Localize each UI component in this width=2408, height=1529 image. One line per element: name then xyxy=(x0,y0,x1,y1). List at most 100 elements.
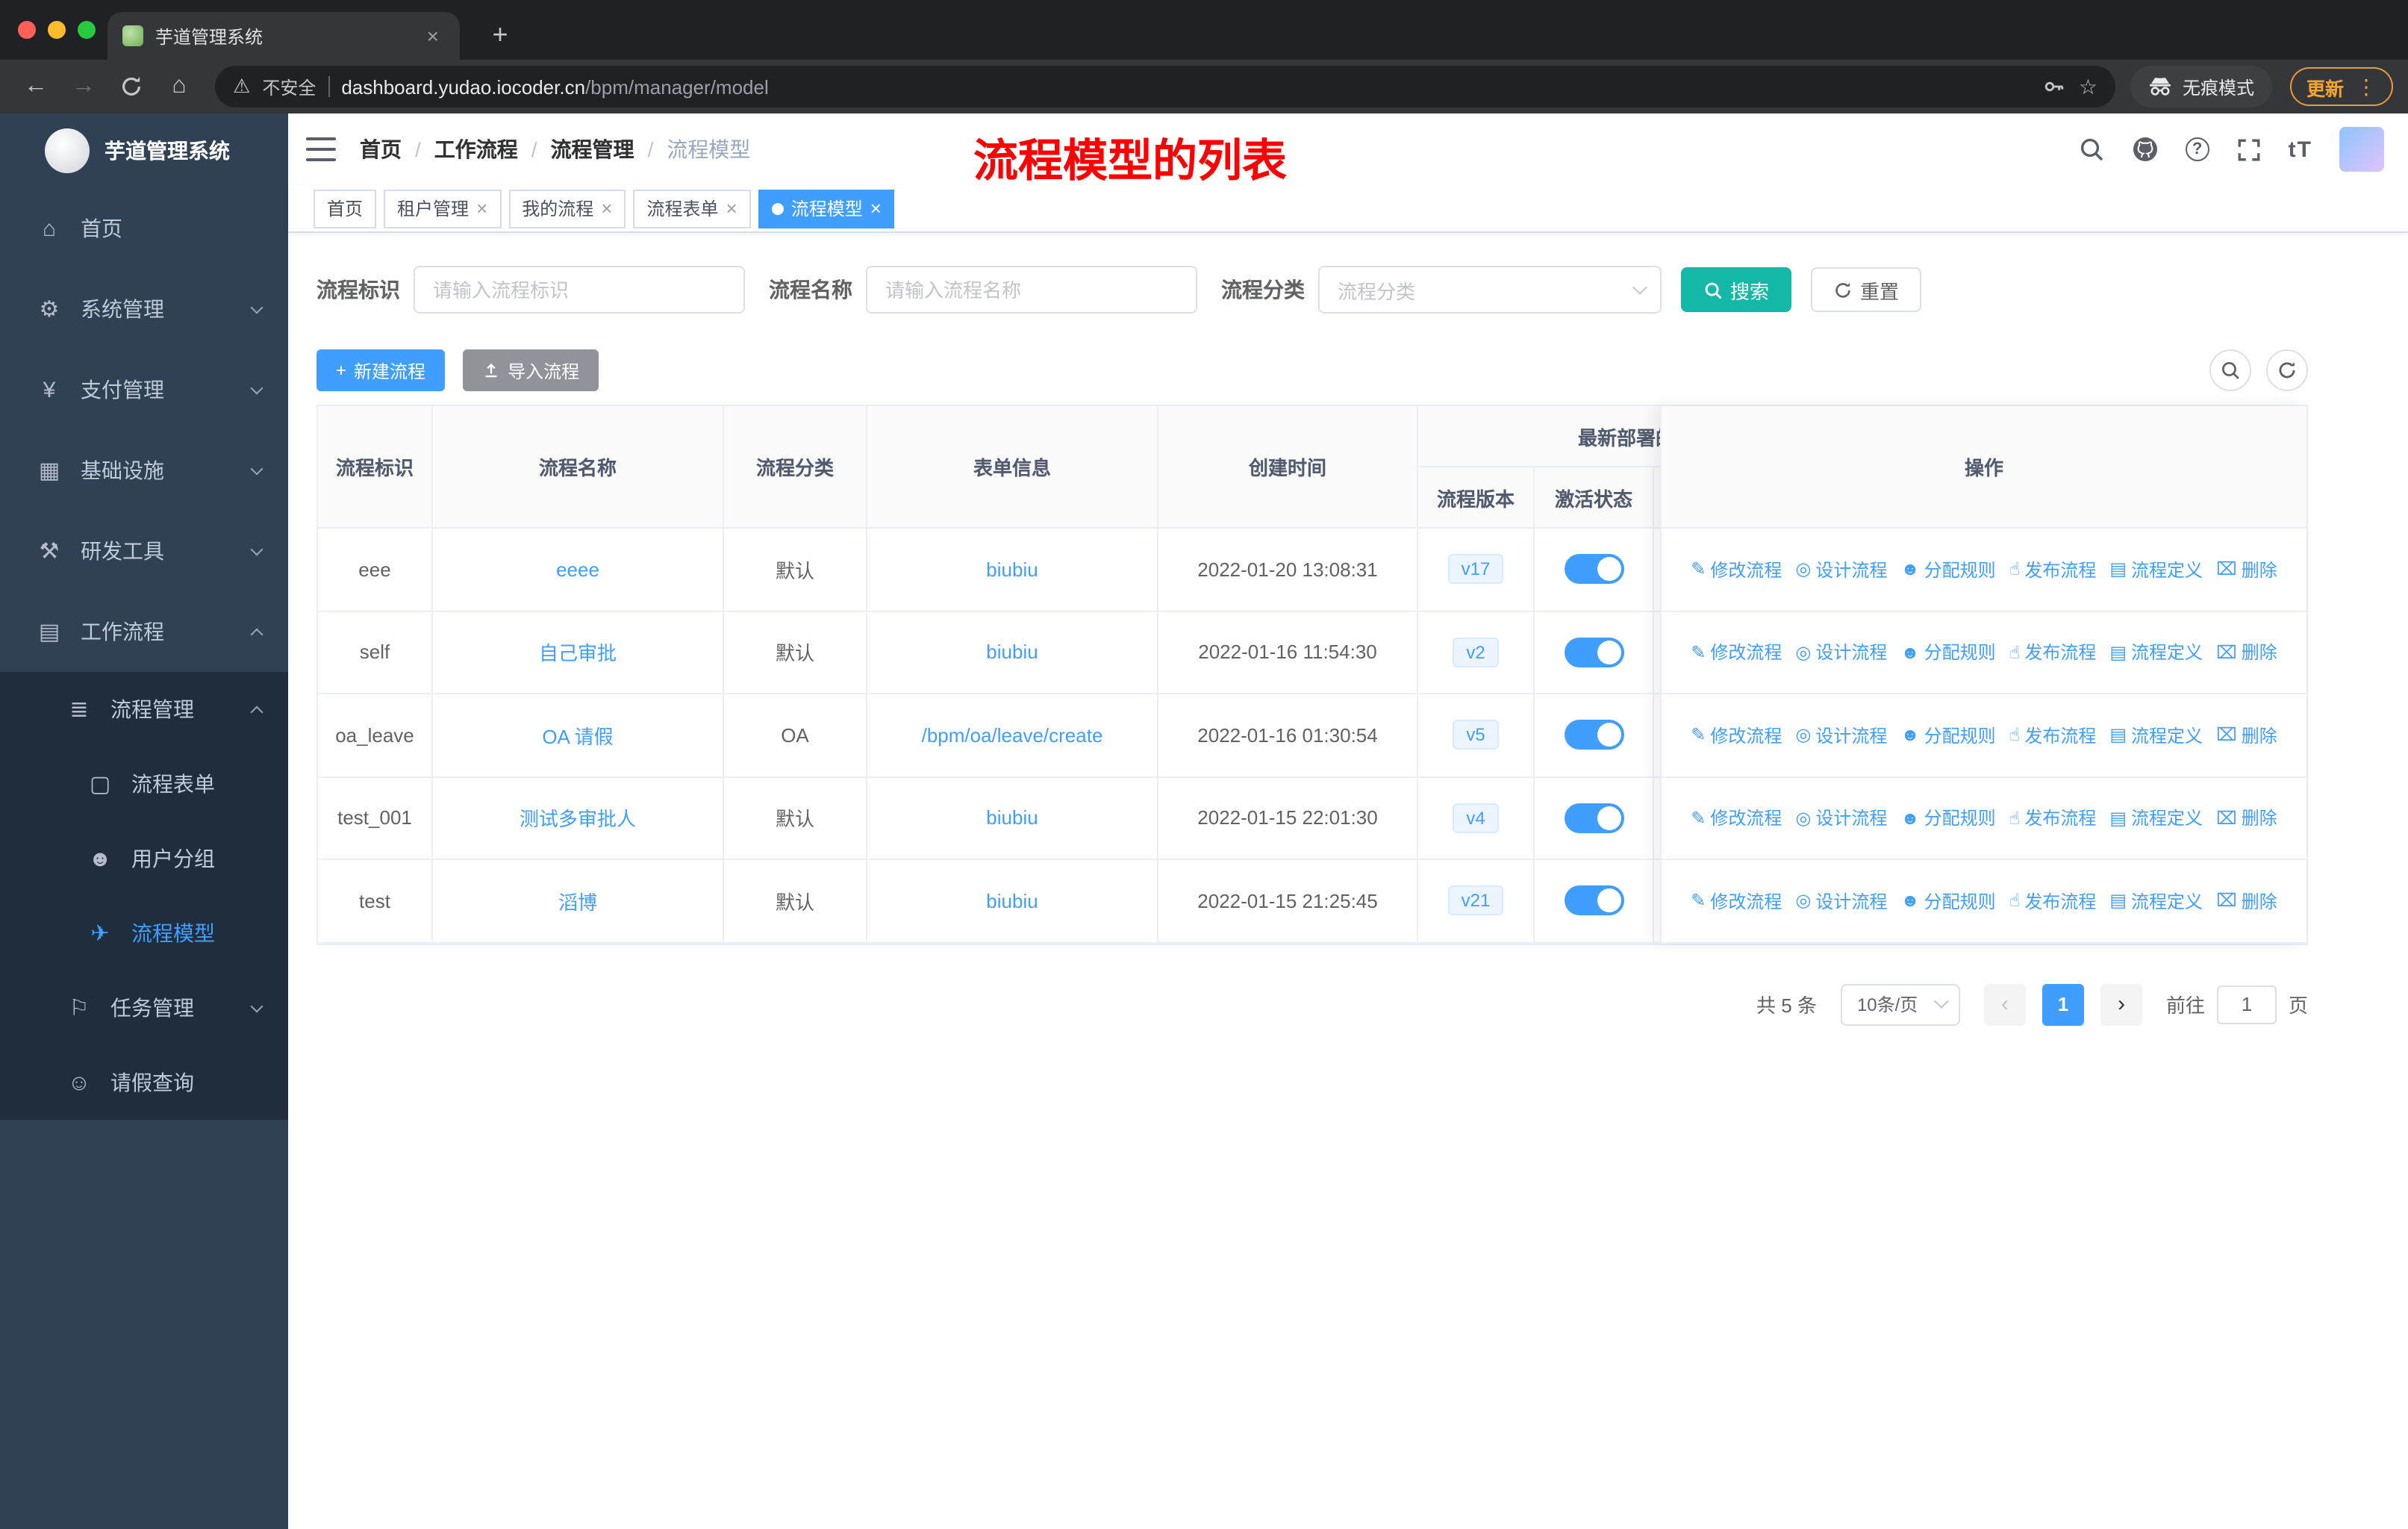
url-text[interactable]: dashboard.yudao.iocoder.cn/bpm/manager/m… xyxy=(341,75,768,98)
process-name-link[interactable]: 自己审批 xyxy=(433,611,724,694)
close-icon[interactable]: × xyxy=(726,199,737,218)
action-assign-rule-link[interactable]: ☻ 分配规则 xyxy=(1900,806,1995,831)
window-zoom-button[interactable] xyxy=(78,21,96,39)
create-process-button[interactable]: + 新建流程 xyxy=(316,349,446,391)
user-avatar[interactable] xyxy=(2339,127,2384,172)
menu-kebab-icon[interactable]: ⋮ xyxy=(2356,74,2377,99)
font-size-icon[interactable]: tT xyxy=(2289,137,2312,162)
sidebar-item-workflow[interactable]: ▤ 工作流程 xyxy=(0,591,288,672)
search-icon[interactable] xyxy=(2078,136,2105,163)
process-name-link[interactable]: eeee xyxy=(433,529,724,611)
action-definition-link[interactable]: ▤ 流程定义 xyxy=(2109,888,2203,914)
reload-button[interactable] xyxy=(110,66,152,108)
process-name-link[interactable]: 测试多审批人 xyxy=(433,777,724,860)
toggle-search-button[interactable] xyxy=(2209,349,2251,391)
action-design-link[interactable]: ◎ 设计流程 xyxy=(1795,888,1887,914)
process-name-input[interactable] xyxy=(866,266,1197,314)
action-delete-link[interactable]: ⌧ 删除 xyxy=(2216,888,2277,914)
action-publish-link[interactable]: ☝ 发布流程 xyxy=(2009,557,2097,582)
close-icon[interactable]: × xyxy=(476,199,487,218)
form-info-link[interactable]: biubiu xyxy=(867,611,1158,694)
sidebar-item-process-management[interactable]: ≣ 流程管理 xyxy=(0,672,288,747)
action-publish-link[interactable]: ☝ 发布流程 xyxy=(2009,888,2097,914)
active-toggle[interactable] xyxy=(1564,637,1623,667)
action-assign-rule-link[interactable]: ☻ 分配规则 xyxy=(1900,640,1995,665)
action-delete-link[interactable]: ⌧ 删除 xyxy=(2216,640,2277,665)
sidebar-item-leave-query[interactable]: ☺ 请假查询 xyxy=(0,1045,288,1120)
browser-tab[interactable]: 芋道管理系统 × xyxy=(107,12,460,60)
active-toggle[interactable] xyxy=(1564,803,1623,833)
tab-close-icon[interactable]: × xyxy=(421,22,445,49)
help-icon[interactable]: ? xyxy=(2185,137,2209,161)
tag-process-form[interactable]: 流程表单 × xyxy=(633,189,751,228)
breadcrumb-item[interactable]: 流程管理 xyxy=(551,134,634,164)
sidebar-item-infrastructure[interactable]: ▦ 基础设施 xyxy=(0,430,288,511)
action-assign-rule-link[interactable]: ☻ 分配规则 xyxy=(1900,557,1995,582)
process-key-input[interactable] xyxy=(414,266,745,314)
reset-button[interactable]: 重置 xyxy=(1811,267,1922,312)
tag-tenant[interactable]: 租户管理 × xyxy=(384,189,502,228)
category-select[interactable]: 流程分类 xyxy=(1318,266,1662,314)
action-delete-link[interactable]: ⌧ 删除 xyxy=(2216,723,2277,748)
security-label[interactable]: 不安全 xyxy=(262,74,316,99)
action-assign-rule-link[interactable]: ☻ 分配规则 xyxy=(1900,888,1995,914)
action-publish-link[interactable]: ☝ 发布流程 xyxy=(2009,806,2097,831)
close-icon[interactable]: × xyxy=(870,199,882,218)
action-publish-link[interactable]: ☝ 发布流程 xyxy=(2009,640,2097,665)
action-assign-rule-link[interactable]: ☻ 分配规则 xyxy=(1900,723,1995,748)
tag-my-process[interactable]: 我的流程 × xyxy=(508,189,626,228)
sidebar-item-home[interactable]: ⌂ 首页 xyxy=(0,188,288,269)
fullscreen-icon[interactable] xyxy=(2236,137,2262,162)
active-toggle[interactable] xyxy=(1564,554,1623,585)
action-delete-link[interactable]: ⌧ 删除 xyxy=(2216,557,2277,582)
sidebar-collapse-icon[interactable] xyxy=(306,137,336,161)
forward-button[interactable]: → xyxy=(63,66,105,108)
action-modify-link[interactable]: ✎ 修改流程 xyxy=(1691,806,1782,831)
refresh-table-button[interactable] xyxy=(2266,349,2308,391)
action-definition-link[interactable]: ▤ 流程定义 xyxy=(2109,806,2203,831)
sidebar-item-task-management[interactable]: ⚐ 任务管理 xyxy=(0,971,288,1045)
form-info-link[interactable]: biubiu xyxy=(867,777,1158,860)
search-button[interactable]: 搜索 xyxy=(1681,267,1792,312)
sidebar-item-process-form[interactable]: ▢ 流程表单 xyxy=(0,747,288,821)
address-bar[interactable]: ⚠ 不安全 dashboard.yudao.iocoder.cn/bpm/man… xyxy=(215,66,2115,108)
window-minimize-button[interactable] xyxy=(48,21,66,39)
sidebar-item-system[interactable]: ⚙ 系统管理 xyxy=(0,269,288,349)
prev-page-button[interactable]: ‹ xyxy=(1983,983,2026,1025)
import-process-button[interactable]: 导入流程 xyxy=(463,349,599,391)
action-design-link[interactable]: ◎ 设计流程 xyxy=(1795,806,1887,831)
breadcrumb-item[interactable]: 工作流程 xyxy=(434,134,518,164)
home-button[interactable]: ⌂ xyxy=(158,66,200,108)
password-key-icon[interactable] xyxy=(2043,75,2067,99)
back-button[interactable]: ← xyxy=(15,66,57,108)
new-tab-button[interactable]: + xyxy=(481,15,520,54)
window-close-button[interactable] xyxy=(18,21,36,39)
action-definition-link[interactable]: ▤ 流程定义 xyxy=(2109,640,2203,665)
goto-page-input[interactable] xyxy=(2216,985,2277,1024)
action-definition-link[interactable]: ▤ 流程定义 xyxy=(2109,723,2203,748)
process-name-link[interactable]: 滔博 xyxy=(433,860,724,943)
update-chip[interactable]: 更新 ⋮ xyxy=(2289,67,2393,106)
action-definition-link[interactable]: ▤ 流程定义 xyxy=(2109,557,2203,582)
action-delete-link[interactable]: ⌧ 删除 xyxy=(2216,806,2277,831)
action-publish-link[interactable]: ☝ 发布流程 xyxy=(2009,723,2097,748)
form-info-link[interactable]: biubiu xyxy=(867,860,1158,943)
action-modify-link[interactable]: ✎ 修改流程 xyxy=(1691,723,1782,748)
sidebar-item-user-group[interactable]: ☻ 用户分组 xyxy=(0,821,288,896)
action-modify-link[interactable]: ✎ 修改流程 xyxy=(1691,557,1782,582)
form-info-link[interactable]: /bpm/oa/leave/create xyxy=(867,694,1158,777)
github-icon[interactable] xyxy=(2132,136,2159,163)
breadcrumb-item[interactable]: 首页 xyxy=(360,134,402,164)
close-icon[interactable]: × xyxy=(601,199,612,218)
active-toggle[interactable] xyxy=(1564,720,1623,750)
next-page-button[interactable]: › xyxy=(2100,983,2142,1025)
process-name-link[interactable]: OA 请假 xyxy=(433,694,724,777)
page-number-1[interactable]: 1 xyxy=(2042,983,2084,1025)
action-modify-link[interactable]: ✎ 修改流程 xyxy=(1691,888,1782,914)
sidebar-item-payment[interactable]: ¥ 支付管理 xyxy=(0,349,288,430)
tag-process-model[interactable]: 流程模型 × xyxy=(758,189,895,228)
action-design-link[interactable]: ◎ 设计流程 xyxy=(1795,640,1887,665)
form-info-link[interactable]: biubiu xyxy=(867,529,1158,611)
sidebar-item-process-model[interactable]: ✈ 流程模型 xyxy=(0,896,288,971)
page-size-select[interactable]: 10条/页 xyxy=(1840,983,1960,1025)
